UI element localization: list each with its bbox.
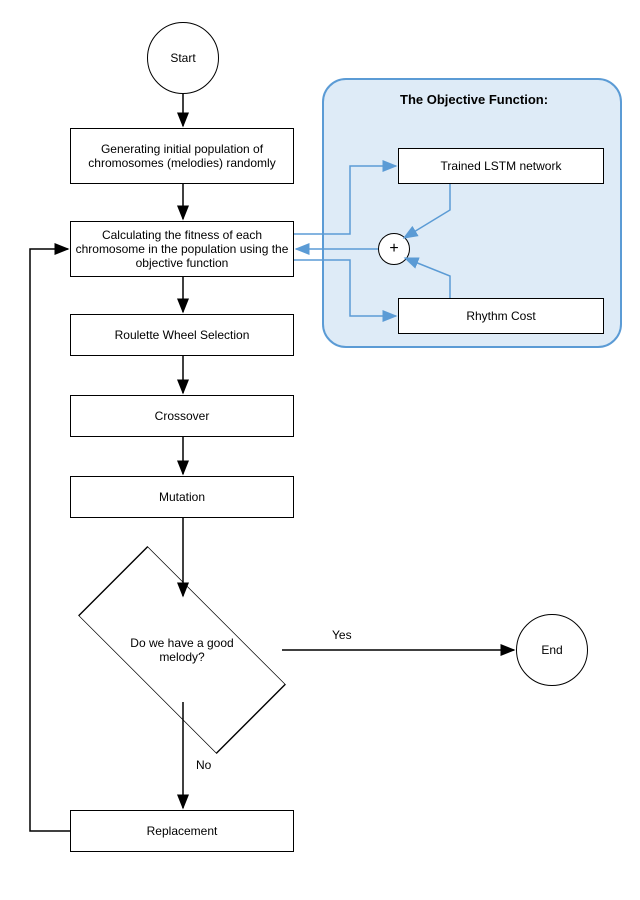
selection-text: Roulette Wheel Selection	[115, 328, 250, 342]
plus-operator: +	[378, 233, 410, 265]
mutation-text: Mutation	[159, 490, 205, 504]
crossover-process: Crossover	[70, 395, 294, 437]
lstm-text: Trained LSTM network	[441, 159, 562, 173]
selection-process: Roulette Wheel Selection	[70, 314, 294, 356]
decision-diamond: Do we have a good melody?	[112, 580, 252, 720]
end-label: End	[541, 643, 562, 657]
rhythm-box: Rhythm Cost	[398, 298, 604, 334]
replacement-text: Replacement	[147, 824, 218, 838]
end-terminal: End	[516, 614, 588, 686]
yes-label: Yes	[332, 628, 352, 642]
fitness-calc-process: Calculating the fitness of each chromoso…	[70, 221, 294, 277]
start-terminal: Start	[147, 22, 219, 94]
no-label: No	[196, 758, 211, 772]
objective-function-title: The Objective Function:	[400, 92, 548, 107]
generate-population-process: Generating initial population of chromos…	[70, 128, 294, 184]
rhythm-text: Rhythm Cost	[466, 309, 535, 323]
decision-text: Do we have a good melody?	[127, 636, 237, 664]
lstm-box: Trained LSTM network	[398, 148, 604, 184]
fitness-calc-text: Calculating the fitness of each chromoso…	[75, 228, 289, 270]
replacement-process: Replacement	[70, 810, 294, 852]
crossover-text: Crossover	[155, 409, 210, 423]
generate-population-text: Generating initial population of chromos…	[75, 142, 289, 170]
start-label: Start	[170, 51, 195, 65]
plus-text: +	[389, 240, 398, 258]
flowchart-canvas: The Objective Function: Start Generating…	[0, 0, 640, 900]
mutation-process: Mutation	[70, 476, 294, 518]
